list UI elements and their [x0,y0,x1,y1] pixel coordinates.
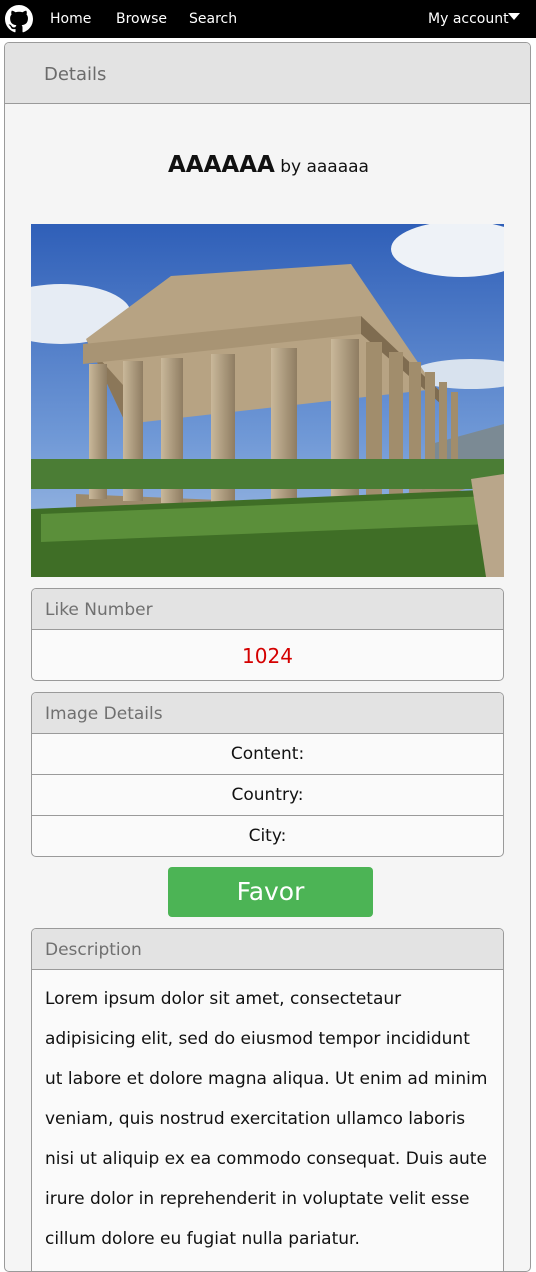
details-card-title: Details [44,64,107,85]
top-navbar: Home Browse Search My account [0,0,536,38]
artwork-image [31,224,504,577]
description-panel: Description Lorem ipsum dolor sit amet, … [31,928,504,1271]
nav-home-link[interactable]: Home [50,11,91,27]
like-number-header: Like Number [32,589,503,630]
description-text: Lorem ipsum dolor sit amet, consectetaur… [45,989,488,1249]
like-number-title: Like Number [45,600,153,620]
caret-down-icon[interactable] [508,13,520,20]
artwork-byline: by aaaaaa [280,157,369,177]
detail-content-row: Content: [32,734,503,775]
artwork-title-line: AAAAAA by aaaaaa [5,152,530,178]
like-count: 1024 [242,644,293,668]
favor-button[interactable]: Favor [168,867,373,917]
details-card-header: Details [5,43,530,104]
my-account-dropdown[interactable]: My account [428,11,509,27]
image-details-panel: Image Details Content: Country: City: [31,692,504,857]
detail-city-row: City: [248,826,287,846]
description-title: Description [45,940,142,960]
detail-country-row: Country: [32,775,503,816]
artwork-title: AAAAAA [168,152,275,178]
like-number-panel: Like Number 1024 [31,588,504,681]
image-details-title: Image Details [45,704,163,724]
description-header: Description [32,929,503,970]
nav-browse-link[interactable]: Browse [116,11,167,27]
image-details-header: Image Details [32,693,503,734]
details-card: Details AAAAAA by aaaaaa Like Number 102… [4,42,531,1272]
github-logo-icon[interactable] [5,5,33,33]
nav-search-link[interactable]: Search [189,11,237,27]
